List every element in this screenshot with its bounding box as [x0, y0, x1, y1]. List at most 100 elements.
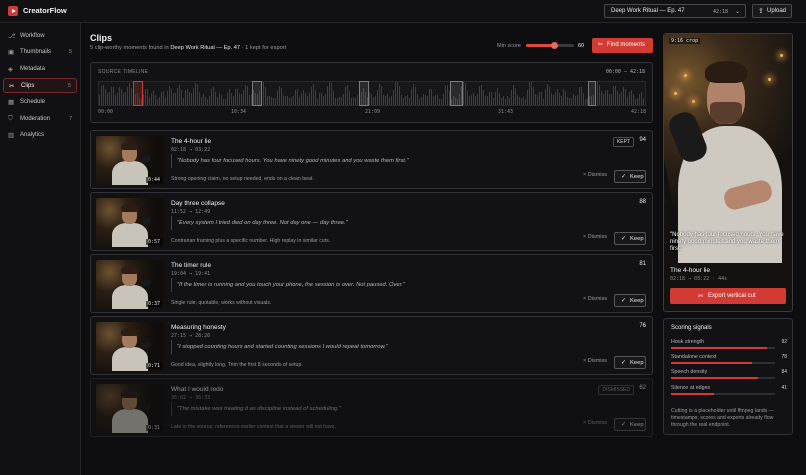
clip-card[interactable]: 0:31 What I would redo 36:02 → 36:33 "Th…	[90, 378, 653, 437]
waveform-bar	[477, 93, 478, 105]
waveform-bar	[157, 98, 158, 105]
timeline-segment[interactable]	[133, 81, 143, 106]
timeline-segment[interactable]	[450, 81, 463, 106]
waveform-bar	[341, 97, 342, 105]
waveform-bar	[181, 89, 182, 105]
waveform-bar	[637, 98, 638, 105]
waveform-bar	[519, 97, 520, 105]
clip-thumbnail[interactable]: 0:71	[96, 322, 164, 371]
waveform[interactable]	[98, 81, 646, 106]
waveform-bar	[313, 84, 314, 105]
keep-button[interactable]: ✓ Keep	[614, 232, 646, 245]
clip-note: Strong opening claim, no setup needed, e…	[171, 176, 314, 182]
sidebar-item-moderation[interactable]: ⛉ Moderation 7	[3, 112, 77, 127]
waveform-bar	[277, 91, 278, 105]
upload-button[interactable]: ⇪ Upload	[752, 4, 792, 18]
waveform-bar	[125, 92, 126, 105]
dismiss-button[interactable]: × Dismiss	[583, 420, 607, 426]
preview-image[interactable]: 9:16 crop "Nobody has four focused hours…	[664, 34, 792, 263]
dismiss-button[interactable]: × Dismiss	[583, 358, 607, 364]
sidebar-item-thumbnails[interactable]: ▣ Thumbnails 5	[3, 45, 77, 60]
keep-button[interactable]: ✓ Keep	[614, 294, 646, 307]
waveform-bar	[505, 98, 506, 105]
keep-button[interactable]: ✓ Keep	[614, 170, 646, 183]
waveform-bar	[493, 97, 494, 105]
upload-label: Upload	[767, 8, 787, 14]
export-vertical-cut-button[interactable]: ✂ Export vertical cut	[670, 288, 786, 304]
waveform-bar	[111, 87, 112, 105]
sidebar-item-schedule[interactable]: ▦ Schedule	[3, 95, 77, 110]
clip-card[interactable]: 0:71 Measuring honesty 27:15 → 28:26 "I …	[90, 316, 653, 375]
waveform-bar	[203, 94, 204, 105]
waveform-bar	[281, 87, 282, 105]
waveform-bar	[515, 87, 516, 105]
waveform-bar	[197, 83, 198, 105]
waveform-bar	[619, 94, 620, 105]
waveform-bar	[517, 95, 518, 105]
waveform-bar	[249, 94, 250, 105]
clip-card[interactable]: 0:44 The 4-hour lie 02:18 → 03:22 "Nobod…	[90, 130, 653, 189]
waveform-bar	[513, 84, 514, 105]
signal-bar	[671, 347, 767, 349]
chart-icon: ▥	[8, 132, 15, 139]
waveform-bar	[565, 90, 566, 105]
sidebar-item-label: Analytics	[20, 132, 45, 138]
sidebar-item-clips[interactable]: ✂ Clips 5	[3, 78, 77, 93]
waveform-bar	[439, 98, 440, 105]
waveform-bar	[485, 96, 486, 105]
waveform-bar	[343, 94, 344, 105]
waveform-bar	[567, 96, 568, 105]
logo-icon	[8, 6, 18, 16]
dismiss-button[interactable]: × Dismiss	[583, 234, 607, 240]
min-score-value: 60	[578, 43, 585, 49]
waveform-bar	[385, 95, 386, 105]
waveform-bar	[623, 87, 624, 105]
clip-card[interactable]: 0:57 Day three collapse 11:52 → 12:49 "E…	[90, 192, 653, 251]
clip-thumbnail[interactable]: 0:37	[96, 260, 164, 309]
waveform-bar	[289, 98, 290, 105]
find-moments-button[interactable]: ✂ Find moments	[592, 38, 653, 53]
waveform-bar	[187, 89, 188, 105]
waveform-bar	[407, 94, 408, 105]
timeline-segment[interactable]	[588, 81, 596, 106]
dismiss-label: Dismiss	[587, 358, 607, 364]
sidebar-item-analytics[interactable]: ▥ Analytics	[3, 128, 77, 143]
signal-value: 84	[781, 369, 787, 375]
clip-card[interactable]: 0:37 The timer rule 19:04 → 19:41 "If th…	[90, 254, 653, 313]
waveform-bar	[467, 90, 468, 105]
waveform-bar	[325, 93, 326, 105]
clip-thumbnail[interactable]: 0:31	[96, 384, 164, 433]
waveform-bar	[501, 98, 502, 105]
clip-thumbnail[interactable]: 0:44	[96, 136, 164, 185]
waveform-bar	[245, 85, 246, 105]
waveform-bar	[391, 96, 392, 105]
subtitle-text: 5 clip-worthy moments found in	[90, 45, 169, 51]
keep-button[interactable]: ✓ Keep	[614, 356, 646, 369]
clip-duration: 0:44	[145, 177, 162, 183]
waveform-bar	[571, 98, 572, 105]
episode-select[interactable]: Deep Work Ritual — Ep. 47 42:18 ⌄	[604, 4, 746, 18]
sidebar-item-metadata[interactable]: ◈ Metadata	[3, 62, 77, 77]
slider-handle[interactable]	[551, 42, 559, 49]
keep-button[interactable]: ✓ Keep	[614, 418, 646, 431]
min-score-slider[interactable]	[526, 42, 574, 49]
timeline-segment[interactable]	[252, 81, 262, 106]
waveform-bar	[447, 84, 448, 105]
dismiss-button[interactable]: × Dismiss	[583, 172, 607, 178]
close-icon: ×	[583, 172, 587, 178]
waveform-bar	[333, 90, 334, 105]
dismiss-button[interactable]: × Dismiss	[583, 296, 607, 302]
dismiss-label: Dismiss	[587, 172, 607, 178]
clip-thumbnail[interactable]: 0:57	[96, 198, 164, 247]
waveform-bar	[239, 92, 240, 105]
waveform-bar	[489, 92, 490, 105]
page-title: Clips	[90, 33, 113, 43]
timeline-segment[interactable]	[359, 81, 369, 106]
waveform-bar	[189, 92, 190, 105]
waveform-bar	[443, 93, 444, 105]
waveform-bar	[607, 89, 608, 105]
waveform-bar	[201, 97, 202, 105]
waveform-bar	[437, 94, 438, 105]
clip-title: The 4-hour lie	[171, 138, 212, 145]
sidebar-item-workflow[interactable]: ⎇ Workflow	[3, 29, 77, 44]
